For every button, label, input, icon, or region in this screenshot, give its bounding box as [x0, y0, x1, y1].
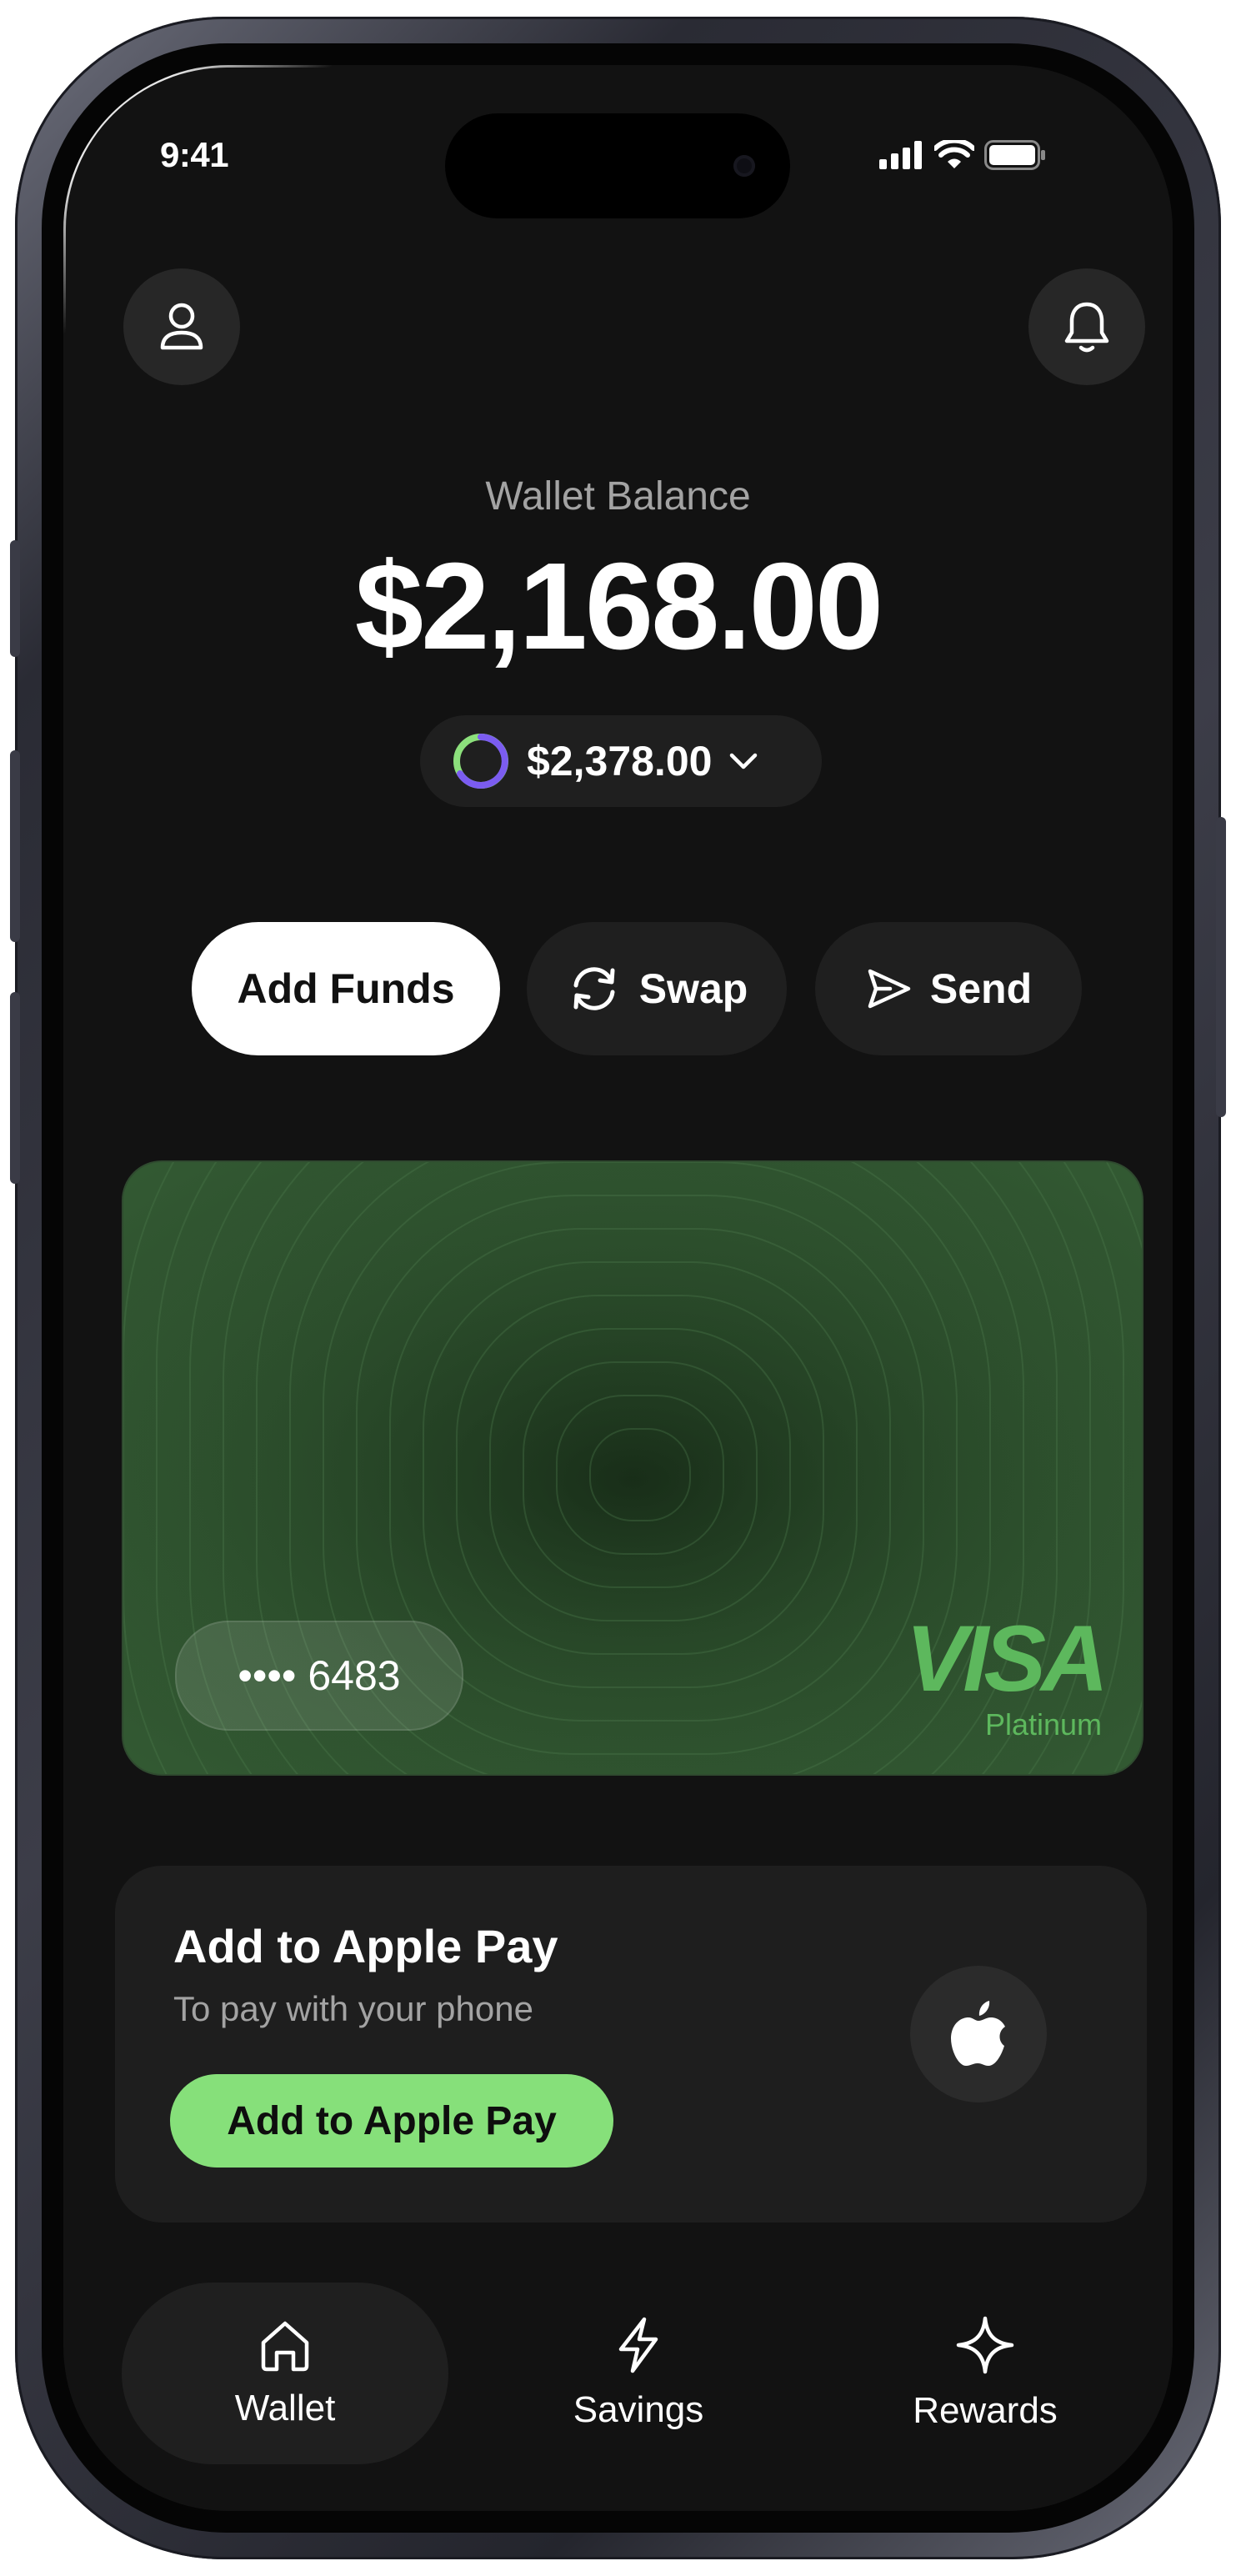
swap-button[interactable]: Swap — [527, 922, 787, 1055]
send-button[interactable]: Send — [815, 922, 1082, 1055]
chevron-down-icon — [730, 753, 758, 769]
swap-icon — [573, 967, 615, 1010]
nav-savings[interactable]: Savings — [513, 2283, 763, 2464]
nav-rewards-label: Rewards — [913, 2390, 1058, 2431]
nav-wallet-label: Wallet — [234, 2388, 336, 2428]
card-tier: Platinum — [984, 1707, 1102, 1742]
home-icon — [261, 2321, 309, 2372]
nav-wallet[interactable]: Wallet — [122, 2283, 448, 2464]
dynamic-island — [445, 113, 790, 218]
status-time: 9:41 — [160, 135, 229, 174]
volume-down-button — [10, 992, 20, 1184]
balance-label: Wallet Balance — [485, 474, 751, 519]
ring-chart-icon — [453, 734, 508, 789]
swap-label: Swap — [638, 965, 748, 1012]
apple-pay-title: Add to Apple Pay — [173, 1920, 558, 1972]
apple-pay-panel: Add to Apple Pay To pay with your phone … — [115, 1866, 1147, 2223]
sparkle-icon — [956, 2316, 1014, 2374]
power-button — [1216, 817, 1226, 1117]
nav-rewards[interactable]: Rewards — [860, 2283, 1110, 2464]
add-to-apple-pay-button[interactable]: Add to Apple Pay — [170, 2074, 613, 2168]
volume-up-button — [10, 750, 20, 942]
nav-savings-label: Savings — [573, 2389, 704, 2430]
apple-pay-subtitle: To pay with your phone — [173, 1989, 533, 2028]
wallet-balance: $2,168.00 — [354, 538, 883, 675]
phone-frame: 9:41 Wallet Balance $2,168.00 $2,378.00 … — [10, 17, 1226, 2559]
phone-bezel: 9:41 Wallet Balance $2,168.00 $2,378.00 … — [42, 43, 1194, 2533]
battery-icon — [984, 140, 1045, 170]
screen: 9:41 Wallet Balance $2,168.00 $2,378.00 … — [63, 65, 1173, 2511]
visa-card[interactable]: •••• 6483 VISA Platinum — [122, 1160, 1143, 1776]
apple-icon — [951, 2001, 1005, 2066]
send-label: Send — [929, 965, 1033, 1012]
action-button — [10, 540, 20, 657]
bell-icon — [1064, 302, 1109, 353]
add-funds-button[interactable]: Add Funds — [192, 922, 500, 1055]
camera-icon — [733, 155, 755, 177]
status-icons — [879, 140, 1046, 170]
account-selector[interactable]: $2,378.00 — [420, 715, 822, 807]
cellular-signal-icon — [879, 141, 922, 169]
profile-button[interactable] — [123, 268, 240, 385]
card-number-masked: •••• 6483 — [175, 1621, 463, 1731]
add-funds-label: Add Funds — [237, 965, 455, 1012]
send-icon — [868, 969, 911, 1009]
wifi-icon — [934, 140, 974, 168]
person-icon — [160, 303, 203, 350]
bolt-icon — [618, 2317, 658, 2373]
bottom-nav: Wallet Savings Rewards — [63, 2283, 1173, 2466]
apple-logo-badge — [910, 1966, 1047, 2102]
visa-logo: VISA — [905, 1606, 1108, 1711]
notifications-button[interactable] — [1028, 268, 1145, 385]
secondary-amount: $2,378.00 — [527, 738, 713, 784]
